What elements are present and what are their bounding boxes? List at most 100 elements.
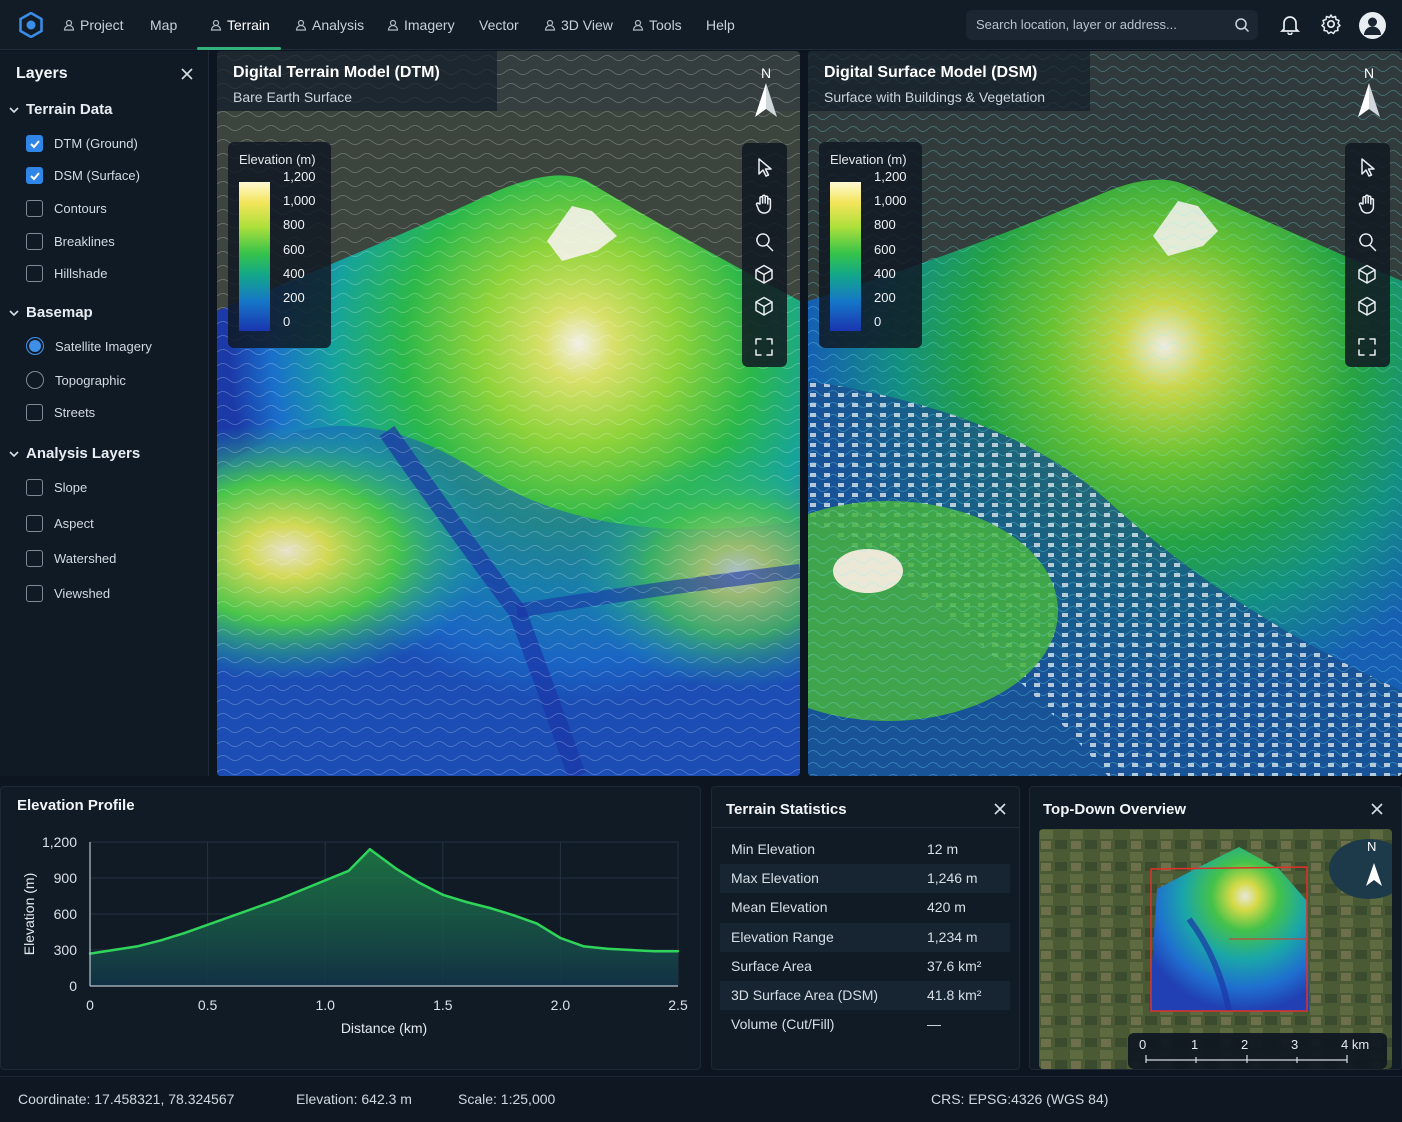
stats-row-3d-surface-area-dsm: 3D Surface Area (DSM) 41.8 km² [720,981,1010,1010]
checkbox[interactable] [26,585,43,602]
radio-button[interactable] [26,337,44,355]
stats-value: — [927,1016,941,1033]
stats-label: Volume (Cut/Fill) [731,1016,835,1033]
map-tools-toolbar [1345,143,1390,367]
checkbox[interactable] [26,404,43,421]
dtm-title: Digital Terrain Model (DTM) [233,64,440,81]
dsm-subtitle: Surface with Buildings & Vegetation [824,89,1046,105]
notification-bell-icon[interactable] [1279,13,1301,35]
fullscreen-icon[interactable] [1356,336,1378,358]
layer-item-hillshade[interactable]: Hillshade [26,265,107,282]
fullscreen-icon[interactable] [753,336,775,358]
3d-cube-icon[interactable] [753,263,775,285]
stats-row-elevation-range: Elevation Range 1,234 m [720,922,1010,952]
close-icon[interactable] [993,802,1007,816]
user-avatar[interactable] [1359,12,1386,39]
legend-value: 800 [874,217,896,233]
layer-item-streets[interactable]: Streets [26,404,95,421]
pan-hand-icon[interactable] [1356,193,1378,215]
profile-point [535,922,539,925]
dsm-map-view[interactable]: Digital Surface Model (DSM) Surface with… [808,51,1402,776]
close-icon[interactable] [180,67,194,81]
layer-item-label: Viewshed [54,586,111,601]
nav-tab-tools[interactable]: Tools [632,0,682,50]
checkbox[interactable] [26,167,43,184]
settings-gear-icon[interactable] [1320,13,1342,35]
elevation-profile-panel: Elevation Profile 0 300 600 900 1,200 0 0.5 1.0… [0,786,701,1070]
checkbox[interactable] [26,515,43,532]
nav-tab-help[interactable]: Help [706,0,735,50]
layer-item-viewshed[interactable]: Viewshed [26,585,110,602]
radio-button[interactable] [26,371,44,389]
checkbox[interactable] [26,550,43,567]
x-axis-label: Distance (km) [341,1020,427,1036]
status-bar: Coordinate: 17.458321, 78.324567 Elevati… [0,1076,1402,1122]
y-tick-label: 0 [69,978,77,994]
layer-item-dsm-surface[interactable]: DSM (Surface) [26,167,140,184]
pan-hand-icon[interactable] [753,193,775,215]
layer-group-basemap[interactable]: Basemap [8,304,93,321]
stats-label: 3D Surface Area (DSM) [731,987,879,1003]
checkbox[interactable] [26,200,43,217]
x-tick-label: 2.0 [551,997,571,1013]
dtm-map-view[interactable]: Digital Terrain Model (DTM) Bare Earth S… [217,51,800,776]
nav-tab-label: Vector [479,17,519,33]
zoom-search-icon[interactable] [1356,231,1378,253]
nav-tab-icon [295,19,307,31]
stats-value: 12 m [927,841,959,857]
layer-item-slope[interactable]: Slope [26,479,87,496]
status-elevation: Elevation: 642.3 m [296,1091,412,1107]
nav-tab-project[interactable]: Project [63,0,124,50]
layer-group-analysis-layers[interactable]: Analysis Layers [8,445,140,462]
layer-item-aspect[interactable]: Aspect [26,515,94,532]
layer-item-satellite-imagery[interactable]: Satellite Imagery [26,337,152,355]
nav-tab-terrain[interactable]: Terrain [210,0,270,50]
nav-tab-vector[interactable]: Vector [479,0,519,50]
dsm-title-box: Digital Surface Model (DSM) Surface with… [808,51,1090,111]
checkbox[interactable] [26,135,43,152]
x-tick-label: 1.0 [315,997,335,1013]
overview-title: Top-Down Overview [1043,801,1187,818]
checkbox[interactable] [26,479,43,496]
nav-tab-map[interactable]: Map [150,0,177,50]
elevation-profile-chart[interactable]: 0 300 600 900 1,200 0 0.5 1.0 1.5 2.0 2.5 Distance … [1,801,702,1071]
nav-tab-3d-view[interactable]: 3D View [544,0,613,50]
legend-value: 0 [874,314,882,330]
scale-label: 4 km [1341,1037,1370,1052]
stats-label: Max Elevation [731,870,819,887]
3d-box-icon[interactable] [753,295,775,317]
zoom-search-icon[interactable] [753,231,775,253]
pointer-tool-icon[interactable] [1356,156,1378,178]
search-input[interactable]: Search location, layer or address... [966,10,1258,40]
layer-item-label: Breaklines [54,234,115,249]
3d-box-icon[interactable] [1356,295,1378,317]
3d-cube-icon[interactable] [1356,263,1378,285]
nav-tab-analysis[interactable]: Analysis [295,0,364,50]
stats-label: Min Elevation [731,841,816,857]
stats-label: Elevation Range [731,928,834,945]
layer-item-contours[interactable]: Contours [26,200,107,217]
checkbox[interactable] [26,233,43,250]
pointer-tool-icon[interactable] [753,156,775,178]
legend-value: 1,200 [283,169,316,184]
layer-item-watershed[interactable]: Watershed [26,550,116,567]
active-tab-indicator [197,47,281,50]
profile-point [347,869,350,872]
profile-point [112,948,115,952]
nav-tab-label: Help [706,17,735,33]
search-icon[interactable] [1234,17,1250,33]
checkbox[interactable] [26,265,43,282]
legend-color-ramp [239,182,270,331]
profile-point [653,950,656,953]
layer-item-breaklines[interactable]: Breaklines [26,233,115,250]
profile-point [418,881,421,884]
layer-item-topographic[interactable]: Topographic [26,371,126,389]
layer-group-terrain-data[interactable]: Terrain Data [8,101,112,118]
app-logo-icon[interactable] [18,12,44,38]
map-tools-toolbar [742,143,787,367]
layer-group-label: Analysis Layers [26,445,141,462]
checkmark-icon [29,139,40,148]
close-icon[interactable] [1370,802,1384,816]
nav-tab-imagery[interactable]: Imagery [387,0,455,50]
layer-item-dtm-ground[interactable]: DTM (Ground) [26,135,138,152]
